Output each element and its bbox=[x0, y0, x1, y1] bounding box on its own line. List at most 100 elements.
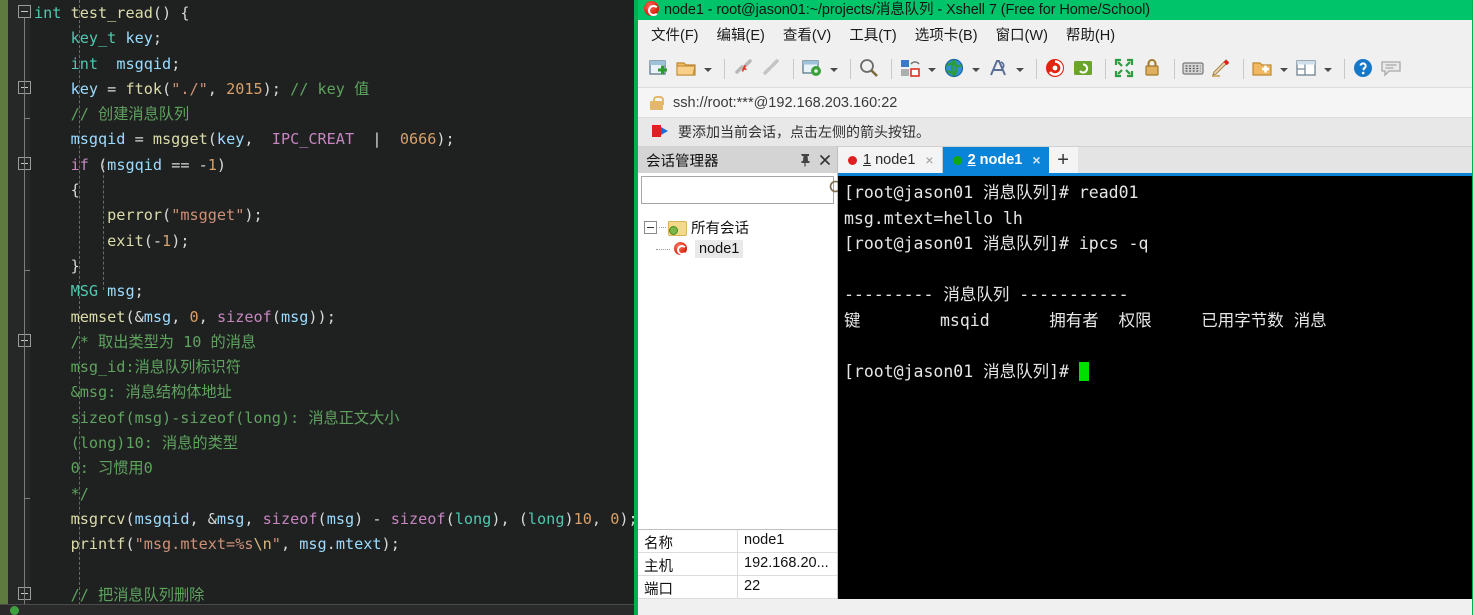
menu-tools[interactable]: 工具(T) bbox=[840, 21, 906, 48]
code-line: msg_id:消息队列标识符 bbox=[70, 358, 241, 377]
menu-bar[interactable]: 文件(F) 编辑(E) 查看(V) 工具(T) 选项卡(B) 窗口(W) 帮助(H) bbox=[638, 20, 1472, 50]
xshell-session-icon bbox=[672, 241, 689, 257]
menu-edit[interactable]: 编辑(E) bbox=[708, 21, 774, 48]
code-line: msgqid = msgget(key, IPC_CREAT | 0666); bbox=[70, 130, 455, 149]
session-properties-table: 名称 node1 主机 192.168.20... 端口 22 bbox=[638, 529, 838, 599]
code-line: key_t key; bbox=[70, 29, 163, 48]
close-icon[interactable] bbox=[817, 152, 833, 168]
tab-status-dot bbox=[952, 155, 962, 165]
pin-icon[interactable] bbox=[797, 152, 813, 168]
tab-label: node1 bbox=[875, 152, 916, 168]
session-manager-title: 会话管理器 bbox=[646, 153, 719, 170]
font-icon[interactable] bbox=[986, 56, 1012, 82]
notification-bar[interactable]: 要添加当前会话，点击左侧的箭头按钮。 bbox=[638, 118, 1472, 147]
layout-icon[interactable] bbox=[1294, 56, 1320, 82]
layout-dropdown[interactable] bbox=[1322, 56, 1334, 82]
editor-change-bar bbox=[0, 0, 8, 615]
reconnect-icon[interactable] bbox=[759, 56, 785, 82]
highlight-icon[interactable] bbox=[1209, 56, 1235, 82]
session-properties-icon[interactable] bbox=[800, 56, 826, 82]
terminal-line: 键 msqid 拥有者 权限 已用字节数 消息 bbox=[844, 310, 1327, 330]
code-text[interactable]: int test_read() { key_t key; int msgqid;… bbox=[34, 0, 634, 615]
close-icon[interactable]: × bbox=[1032, 153, 1040, 167]
tab-status-dot bbox=[848, 155, 857, 165]
new-tab-button[interactable]: + bbox=[1048, 147, 1078, 173]
file-transfer-dropdown[interactable] bbox=[926, 56, 938, 82]
find-icon[interactable] bbox=[857, 56, 883, 82]
fold-toggle-icon[interactable] bbox=[18, 5, 31, 18]
file-transfer-icon[interactable] bbox=[898, 56, 924, 82]
property-row[interactable]: 主机 192.168.20... bbox=[638, 553, 837, 576]
open-session-dropdown[interactable] bbox=[702, 56, 714, 82]
code-line: printf("msg.mtext=%s\n", msg.mtext); bbox=[70, 535, 400, 554]
property-value: 192.168.20... bbox=[744, 555, 829, 571]
property-key: 名称 bbox=[638, 530, 738, 552]
code-line: msgrcv(msgqid, &msg, sizeof(msg) - sizeo… bbox=[70, 509, 634, 528]
address-bar[interactable]: ssh://root:***@192.168.203.160:22 bbox=[638, 88, 1472, 118]
tab-label: node1 bbox=[979, 152, 1023, 168]
add-folder-dropdown[interactable] bbox=[1278, 56, 1290, 82]
menu-tabs[interactable]: 选项卡(B) bbox=[906, 21, 987, 48]
lock-icon[interactable] bbox=[1140, 56, 1166, 82]
terminal-tab-2[interactable]: 2 node1 × bbox=[942, 147, 1049, 173]
address-value: ssh://root:***@192.168.203.160:22 bbox=[673, 94, 898, 111]
tool-bar[interactable] bbox=[638, 50, 1472, 88]
tree-node-all-sessions[interactable]: 所有会话 bbox=[644, 216, 837, 238]
xftp-icon[interactable] bbox=[1071, 56, 1097, 82]
open-session-icon[interactable] bbox=[674, 56, 700, 82]
terminal-cursor bbox=[1078, 361, 1089, 381]
terminal-output[interactable]: [root@jason01 消息队列]# read01 msg.mtext=hel… bbox=[838, 176, 1472, 599]
session-manager-header: 会话管理器 bbox=[638, 147, 837, 173]
menu-file[interactable]: 文件(F) bbox=[642, 21, 708, 48]
menu-help[interactable]: 帮助(H) bbox=[1057, 21, 1124, 48]
disconnect-icon[interactable] bbox=[731, 56, 757, 82]
close-icon[interactable]: × bbox=[925, 153, 933, 167]
encoding-globe-icon[interactable] bbox=[942, 56, 968, 82]
encoding-dropdown[interactable] bbox=[970, 56, 982, 82]
session-search-input[interactable] bbox=[648, 181, 828, 199]
fold-range-line bbox=[24, 93, 25, 114]
keyboard-icon[interactable] bbox=[1181, 56, 1207, 82]
window-title: node1 - root@jason01:~/projects/消息队列 - X… bbox=[664, 2, 1151, 18]
code-line: // 创建消息队列 bbox=[70, 105, 190, 124]
menu-window[interactable]: 窗口(W) bbox=[987, 21, 1057, 48]
fullscreen-icon[interactable] bbox=[1112, 56, 1138, 82]
xshell-icon[interactable] bbox=[1043, 56, 1069, 82]
terminal-line: msg.mtext=hello lh bbox=[844, 208, 1023, 228]
code-line: int test_read() { bbox=[34, 4, 190, 22]
xshell-body: 会话管理器 所有会话 node1 1 node1 × 2 node1 × + [… bbox=[638, 147, 1472, 599]
code-line: sizeof(msg)-sizeof(long): 消息正文大小 bbox=[70, 408, 400, 427]
property-row[interactable]: 端口 22 bbox=[638, 576, 837, 599]
code-line: } bbox=[34, 256, 80, 275]
property-key: 主机 bbox=[638, 553, 738, 575]
collapse-icon[interactable] bbox=[644, 220, 657, 234]
comment-icon[interactable] bbox=[1379, 56, 1405, 82]
notification-text: 要添加当前会话，点击左侧的箭头按钮。 bbox=[678, 124, 930, 140]
tab-bar[interactable]: 1 node1 × 2 node1 × + bbox=[838, 147, 1472, 176]
code-line: memset(&msg, 0, sizeof(msg)); bbox=[70, 307, 336, 326]
fold-end-tick bbox=[24, 270, 30, 271]
terminal-pane: 1 node1 × 2 node1 × + [root@jason01 消息队列]# rea… bbox=[838, 147, 1472, 599]
property-row[interactable]: 名称 node1 bbox=[638, 530, 837, 553]
tree-node-node1[interactable]: node1 bbox=[644, 238, 837, 260]
code-line: MSG msg; bbox=[70, 282, 144, 301]
add-folder-icon[interactable] bbox=[1250, 56, 1276, 82]
tab-number: 2 bbox=[967, 152, 976, 168]
title-bar[interactable]: node1 - root@jason01:~/projects/消息队列 - X… bbox=[638, 0, 1472, 20]
help-icon[interactable] bbox=[1351, 56, 1377, 82]
tab-number: 1 bbox=[863, 152, 872, 168]
fold-end-tick bbox=[24, 497, 30, 499]
session-search-box[interactable] bbox=[641, 176, 845, 204]
menu-view[interactable]: 查看(V) bbox=[774, 21, 840, 48]
terminal-tab-1[interactable]: 1 node1 × bbox=[838, 147, 943, 173]
font-dropdown[interactable] bbox=[1014, 56, 1026, 82]
code-line: 0: 习惯用0 bbox=[70, 459, 153, 478]
code-editor[interactable]: int test_read() { key_t key; int msgqid;… bbox=[0, 0, 634, 615]
new-session-icon[interactable] bbox=[646, 56, 672, 82]
separator-8 bbox=[1243, 58, 1244, 79]
session-properties-dropdown[interactable] bbox=[828, 56, 840, 82]
arrow-flag-icon bbox=[650, 124, 670, 140]
editor-fold-gutter[interactable] bbox=[8, 0, 31, 615]
lock-icon bbox=[650, 95, 664, 110]
